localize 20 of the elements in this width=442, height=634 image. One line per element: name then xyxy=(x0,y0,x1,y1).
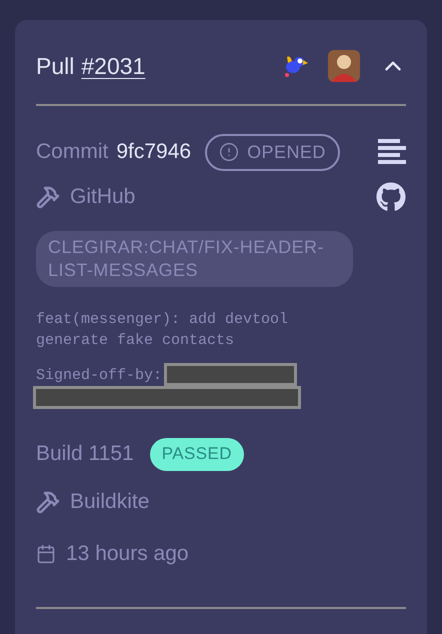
build-source: Buildkite xyxy=(70,489,150,516)
build-time: 13 hours ago xyxy=(66,541,189,568)
list-icon[interactable] xyxy=(378,139,406,165)
status-badge: OPENED xyxy=(205,134,340,170)
github-icon[interactable] xyxy=(376,182,406,212)
hammer-icon xyxy=(36,185,60,209)
signoff-label: Signed-off-by: xyxy=(36,366,162,386)
hammer-icon xyxy=(36,490,60,514)
pull-label: Pull xyxy=(36,52,74,81)
alert-icon xyxy=(219,142,240,162)
commit-label: Commit xyxy=(36,139,108,166)
commit-message-line: feat(messenger): add devtool xyxy=(36,310,290,330)
build-label: Build 1151 xyxy=(36,441,134,468)
branch-tag: CLEGIRAR:CHAT/FIX-HEADER-LIST-MESSAGES xyxy=(36,231,353,287)
pull-link[interactable]: #2031 xyxy=(81,48,146,84)
calendar-icon xyxy=(36,544,56,564)
status-badge: PASSED xyxy=(150,438,244,470)
commit-message-line: generate fake contacts xyxy=(36,331,236,351)
commit-hash: 9fc7946 xyxy=(116,139,192,166)
commit-source: GitHub xyxy=(70,184,136,210)
